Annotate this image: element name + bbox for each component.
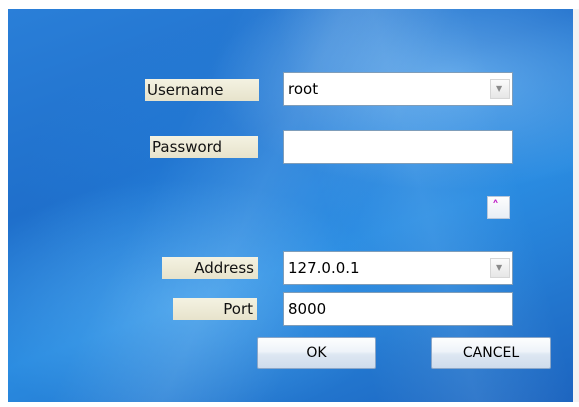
window-edge [573, 9, 579, 402]
double-chevron-up-icon: ˄ [492, 199, 499, 215]
login-window: Username root ▼ Password ˄ Address 127.0… [0, 0, 579, 407]
collapse-advanced-button[interactable]: ˄ [487, 196, 510, 219]
cancel-button[interactable]: CANCEL [431, 337, 551, 369]
address-dropdown-button[interactable]: ▼ [490, 258, 510, 278]
address-value[interactable]: 127.0.0.1 [288, 252, 360, 284]
username-combobox[interactable]: root ▼ [283, 72, 513, 106]
chevron-down-icon: ▼ [496, 263, 503, 272]
port-field[interactable]: 8000 [283, 292, 513, 326]
port-label: Port [173, 298, 257, 320]
username-dropdown-button[interactable]: ▼ [490, 79, 510, 99]
username-label: Username [145, 79, 259, 101]
password-label: Password [150, 136, 258, 158]
address-combobox[interactable]: 127.0.0.1 ▼ [283, 251, 513, 285]
password-field[interactable] [283, 130, 513, 164]
ok-button[interactable]: OK [257, 337, 376, 369]
username-value[interactable]: root [288, 73, 318, 105]
chevron-down-icon: ▼ [496, 84, 503, 93]
password-input[interactable] [288, 131, 508, 163]
port-value[interactable]: 8000 [288, 293, 326, 325]
address-label: Address [162, 257, 258, 279]
